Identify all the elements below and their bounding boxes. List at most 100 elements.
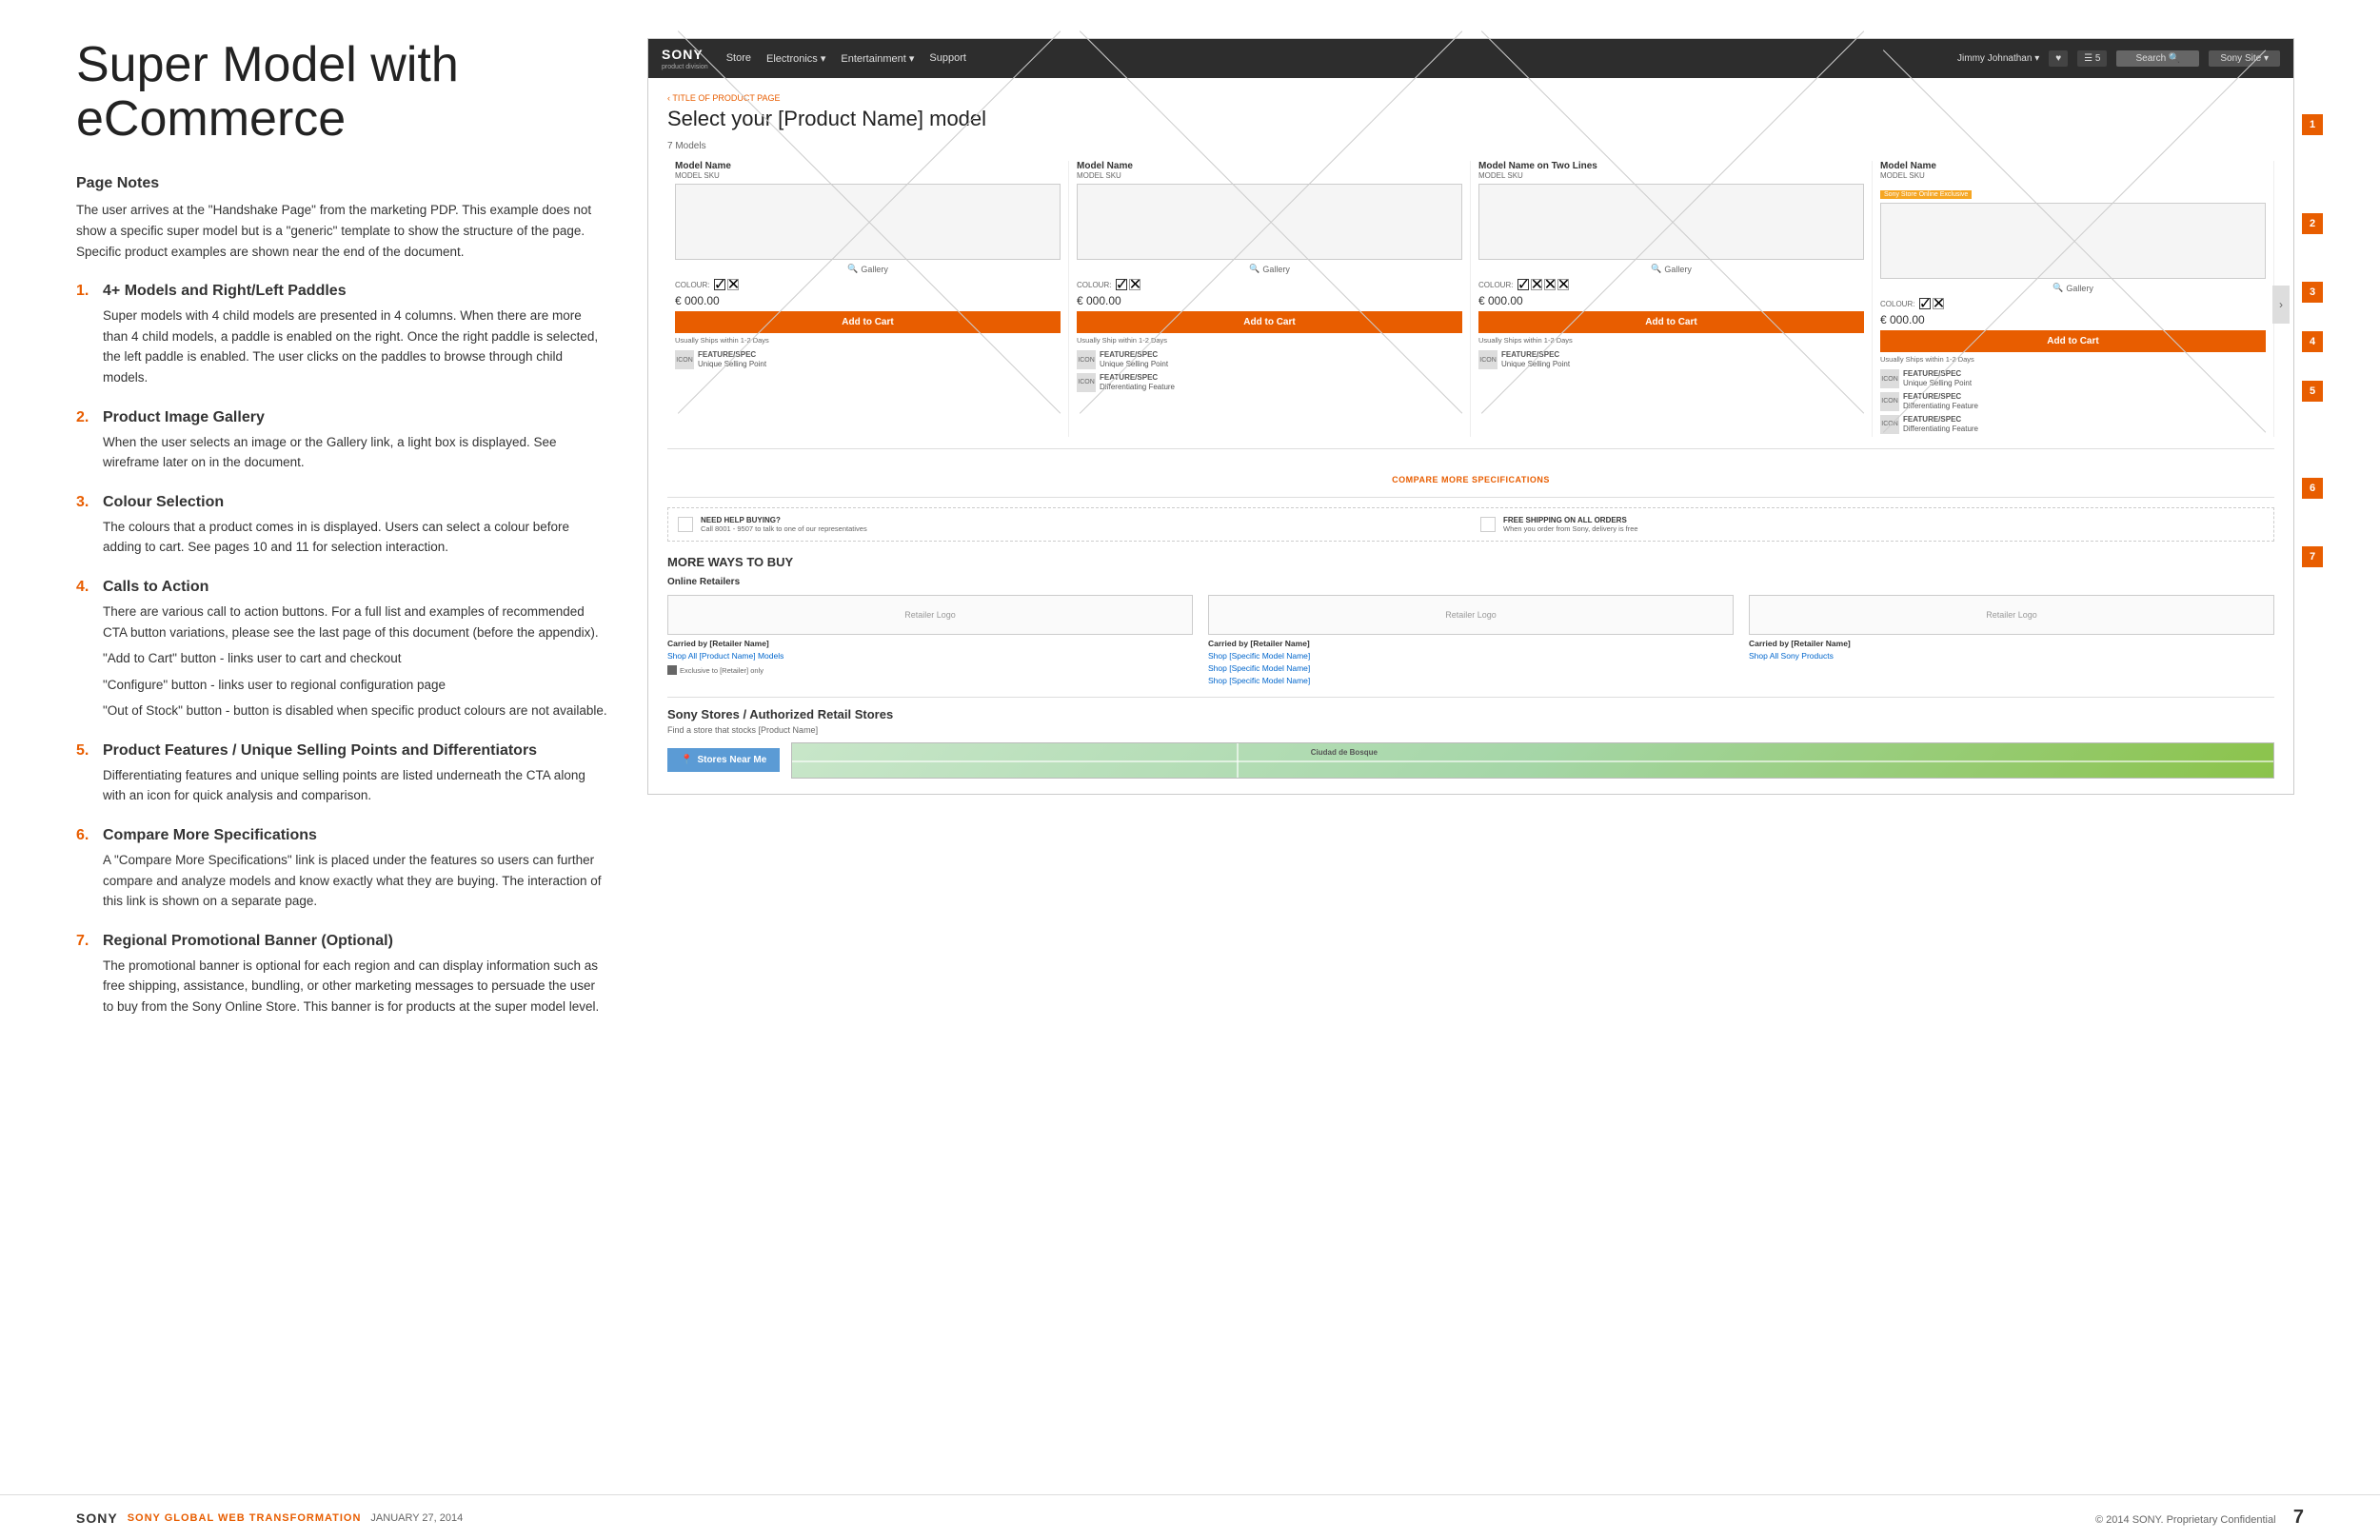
model-3-price: € 000.00 <box>1478 294 1864 307</box>
footer-right: © 2014 SONY. Proprietary Confidential 7 <box>2095 1507 2304 1529</box>
section-2: 2. Product Image Gallery When the user s… <box>76 409 609 473</box>
colour-swatch-selected-3[interactable]: ✓ <box>1517 279 1529 290</box>
section-3-title: Colour Selection <box>103 494 224 511</box>
colour-swatch-3b[interactable]: ✕ <box>1531 279 1542 290</box>
nav-links: Store Electronics ▾ Entertainment ▾ Supp… <box>726 52 1946 65</box>
breadcrumb[interactable]: ‹ TITLE OF PRODUCT PAGE <box>667 93 2274 103</box>
model-1-name: Model Name <box>675 161 1061 171</box>
footer-date: JANUARY 27, 2014 <box>370 1512 463 1524</box>
nav-search[interactable]: Search 🔍 <box>2116 50 2199 67</box>
stores-title: Sony Stores / Authorized Retail Stores <box>667 707 2274 721</box>
colour-swatch-selected-2[interactable]: ✓ <box>1116 279 1127 290</box>
model-2-image[interactable] <box>1077 184 1462 260</box>
colour-swatch-3c[interactable]: ✕ <box>1544 279 1556 290</box>
retailer-1: Retailer Logo Carried by [Retailer Name]… <box>667 595 1193 686</box>
model-4-image[interactable] <box>1880 203 2266 279</box>
model-4-gallery[interactable]: 🔍 Gallery <box>1880 283 2266 293</box>
feature-icon-4-2: ICON <box>1880 392 1899 411</box>
model-2-gallery[interactable]: 🔍 Gallery <box>1077 264 1462 274</box>
promo-1-desc: Call 8001 - 9507 to talk to one of our r… <box>701 524 867 533</box>
model-1-price: € 000.00 <box>675 294 1061 307</box>
footer-brand: SONY <box>76 1510 118 1526</box>
models-grid: Model Name MODEL SKU 🔍 Gallery <box>667 161 2274 449</box>
model-1-image[interactable] <box>675 184 1061 260</box>
model-2-ships: Usually Ship within 1-2 Days <box>1077 336 1462 345</box>
nav-user[interactable]: Jimmy Johnathan ▾ <box>1957 53 2039 64</box>
model-1-add-to-cart[interactable]: Add to Cart <box>675 311 1061 333</box>
nav-cart[interactable]: ☰ 5 <box>2077 50 2107 67</box>
more-ways-section: MORE WAYS TO BUY Online Retailers Retail… <box>667 555 2274 778</box>
section-5-title: Product Features / Unique Selling Points… <box>103 742 537 760</box>
section-4-bullet-1: "Add to Cart" button - links user to car… <box>103 648 609 669</box>
exclusive-square <box>667 665 677 675</box>
right-paddle[interactable]: › <box>2272 286 2290 324</box>
annotation-marker-6: 6 <box>2302 478 2323 499</box>
annotation-marker-7: 7 <box>2302 546 2323 567</box>
model-3-image[interactable] <box>1478 184 1864 260</box>
compare-link[interactable]: COMPARE MORE SPECIFICATIONS <box>1392 475 1550 484</box>
page-content: ‹ TITLE OF PRODUCT PAGE Select your [Pro… <box>648 78 2293 794</box>
model-2-price: € 000.00 <box>1077 294 1462 307</box>
model-3-sku: MODEL SKU <box>1478 171 1864 180</box>
nav-electronics[interactable]: Electronics ▾ <box>766 52 825 65</box>
nav-sony-site[interactable]: Sony Site ▾ <box>2209 50 2280 67</box>
right-panel: SONY product division Store Electronics … <box>647 38 2323 1456</box>
section-6-num: 6. <box>76 827 93 844</box>
footer-copyright: © 2014 SONY. Proprietary Confidential <box>2095 1514 2276 1526</box>
model-col-1: Model Name MODEL SKU 🔍 Gallery <box>667 161 1069 437</box>
colour-swatch-2b[interactable]: ✕ <box>1129 279 1140 290</box>
promo-banner-2: FREE SHIPPING ON ALL ORDERS When you ord… <box>1480 516 2264 533</box>
model-2-colours: COLOUR: ✓ ✕ <box>1077 279 1462 290</box>
retailer-2-link-3[interactable]: Shop [Specific Model Name] <box>1208 675 1734 687</box>
retailer-2-link-2[interactable]: Shop [Specific Model Name] <box>1208 662 1734 675</box>
retailer-3: Retailer Logo Carried by [Retailer Name]… <box>1749 595 2274 686</box>
section-2-num: 2. <box>76 409 93 426</box>
model-4-add-to-cart[interactable]: Add to Cart <box>1880 330 2266 352</box>
model-3-gallery[interactable]: 🔍 Gallery <box>1478 264 1864 274</box>
colour-swatch-3d[interactable]: ✕ <box>1557 279 1569 290</box>
colour-swatch-selected-4[interactable]: ✓ <box>1919 298 1931 309</box>
section-6-desc: A "Compare More Specifications" link is … <box>103 850 609 912</box>
model-1-feature-1: ICON FEATURE/SPEC Unique Selling Point <box>675 350 1061 370</box>
section-5: 5. Product Features / Unique Selling Poi… <box>76 742 609 806</box>
nav-support[interactable]: Support <box>929 52 966 65</box>
map-placeholder: Ciudad de Bosque <box>791 742 2274 779</box>
model-4-sku: MODEL SKU <box>1880 171 2266 180</box>
retailer-1-link-1[interactable]: Shop All [Product Name] Models <box>667 650 1193 662</box>
retailer-2-link-1[interactable]: Shop [Specific Model Name] <box>1208 650 1734 662</box>
ann-6: 6 <box>2302 478 2323 499</box>
ann-5: 5 <box>2302 381 2323 402</box>
model-3-add-to-cart[interactable]: Add to Cart <box>1478 311 1864 333</box>
retailer-3-link-1[interactable]: Shop All Sony Products <box>1749 650 2274 662</box>
nav-entertainment[interactable]: Entertainment ▾ <box>841 52 914 65</box>
annotation-marker-5: 5 <box>2302 381 2323 402</box>
ann-3: 3 <box>2302 282 2323 303</box>
colour-swatch-4b[interactable]: ✕ <box>1933 298 1944 309</box>
model-3-feature-1: ICON FEATURE/SPEC Unique Selling Point <box>1478 350 1864 370</box>
section-1-num: 1. <box>76 283 93 300</box>
models-count: 7 Models <box>667 141 2274 151</box>
colour-swatch-selected[interactable]: ✓ <box>714 279 725 290</box>
model-1-colours: COLOUR: ✓ ✕ <box>675 279 1061 290</box>
colour-swatch-1[interactable]: ✕ <box>727 279 739 290</box>
page-title: Super Model with eCommerce <box>76 38 609 147</box>
footer-page-num: 7 <box>2293 1507 2304 1528</box>
model-2-add-to-cart[interactable]: Add to Cart <box>1077 311 1462 333</box>
promo-2-title: FREE SHIPPING ON ALL ORDERS <box>1503 516 1638 524</box>
model-col-4: Model Name MODEL SKU Sony Store Online E… <box>1873 161 2274 437</box>
nav-wishlist[interactable]: ♥ <box>2049 50 2068 67</box>
footer-left: SONY SONY GLOBAL WEB TRANSFORMATION JANU… <box>76 1510 463 1526</box>
section-4: 4. Calls to Action There are various cal… <box>76 579 609 721</box>
section-4-num: 4. <box>76 579 93 596</box>
nav-store[interactable]: Store <box>726 52 751 65</box>
model-4-name: Model Name <box>1880 161 2266 171</box>
section-1-desc: Super models with 4 child models are pre… <box>103 306 609 387</box>
ann-1: 1 <box>2302 114 2323 135</box>
model-2-name: Model Name <box>1077 161 1462 171</box>
stores-near-button[interactable]: 📍 Stores Near Me <box>667 748 780 772</box>
model-1-gallery[interactable]: 🔍 Gallery <box>675 264 1061 274</box>
section-5-desc: Differentiating features and unique sell… <box>103 765 609 806</box>
more-ways-title: MORE WAYS TO BUY <box>667 555 2274 569</box>
ann-7: 7 <box>2302 546 2323 567</box>
annotation-marker-1: 1 <box>2302 114 2323 135</box>
